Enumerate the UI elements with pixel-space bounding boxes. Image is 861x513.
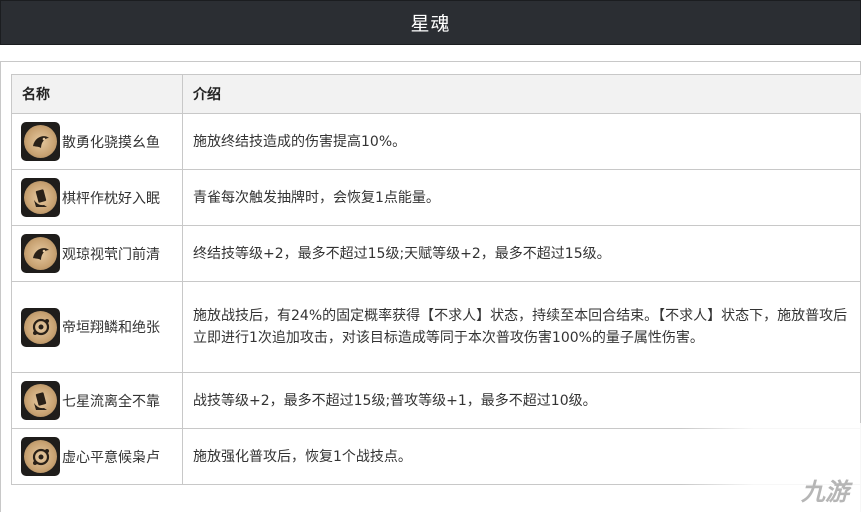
eidolon-description: 施放终结技造成的伤害提高10%。 [182, 113, 861, 170]
eidolon-name: 帝垣翔鳞和绝张 [62, 320, 160, 336]
site-watermark: 九游 [681, 423, 861, 513]
eidolon-description: 战技等级+2，最多不超过15级;普攻等级+1，最多不超过10级。 [182, 372, 861, 429]
table-header-row: 名称 介绍 [11, 74, 861, 114]
eidolon-name: 棋枰作枕好入眠 [62, 190, 160, 207]
card-hand-emblem-icon [21, 178, 60, 217]
cloud-emblem-icon [21, 307, 60, 347]
table-row: 散勇化骁摸幺鱼 施放终结技造成的伤害提高10%。 [11, 113, 861, 170]
card-hand-emblem-icon [21, 381, 60, 420]
table-row: 棋枰作枕好入眠 青雀每次触发抽牌时，会恢复1点能量。 [11, 169, 861, 226]
eidolon-description: 终结技等级+2，最多不超过15级;天赋等级+2，最多不超过15级。 [182, 225, 861, 282]
name-cell: 七星流离全不靠 [11, 372, 183, 429]
section-title: 星魂 [410, 13, 451, 35]
eidolon-name: 散勇化骁摸幺鱼 [62, 134, 160, 151]
column-header-name: 名称 [11, 74, 183, 114]
table-row: 七星流离全不靠 战技等级+2，最多不超过15级;普攻等级+1，最多不超过10级。 [11, 372, 861, 429]
eidolon-name: 观琼视茕门前清 [62, 246, 160, 263]
table-row: 观琼视茕门前清 终结技等级+2，最多不超过15级;天赋等级+2，最多不超过15级… [11, 225, 861, 282]
name-cell: 虚心平意候枭卢 [11, 428, 183, 485]
eidolon-name: 虚心平意候枭卢 [62, 449, 160, 466]
table-row: 帝垣翔鳞和绝张 施放战技后，有24%的固定概率获得【不求人】状态，持续至本回合结… [11, 281, 861, 373]
eidolon-name: 七星流离全不靠 [62, 393, 160, 410]
name-cell: 散勇化骁摸幺鱼 [11, 113, 183, 170]
fish-emblem-icon [21, 234, 60, 273]
name-cell: 观琼视茕门前清 [11, 225, 183, 282]
section-title-bar: 星魂 [0, 0, 861, 45]
cloud-emblem-icon [21, 437, 60, 476]
eidolon-description: 青雀每次触发抽牌时，会恢复1点能量。 [182, 169, 861, 226]
column-header-description: 介绍 [182, 74, 861, 114]
fish-emblem-icon [21, 122, 60, 161]
watermark-logo-text: 九游 [801, 478, 849, 506]
name-cell: 棋枰作枕好入眠 [11, 169, 183, 226]
eidolon-description: 施放战技后，有24%的固定概率获得【不求人】状态，持续至本回合结束。【不求人】状… [182, 281, 861, 373]
name-cell: 帝垣翔鳞和绝张 [11, 281, 183, 373]
